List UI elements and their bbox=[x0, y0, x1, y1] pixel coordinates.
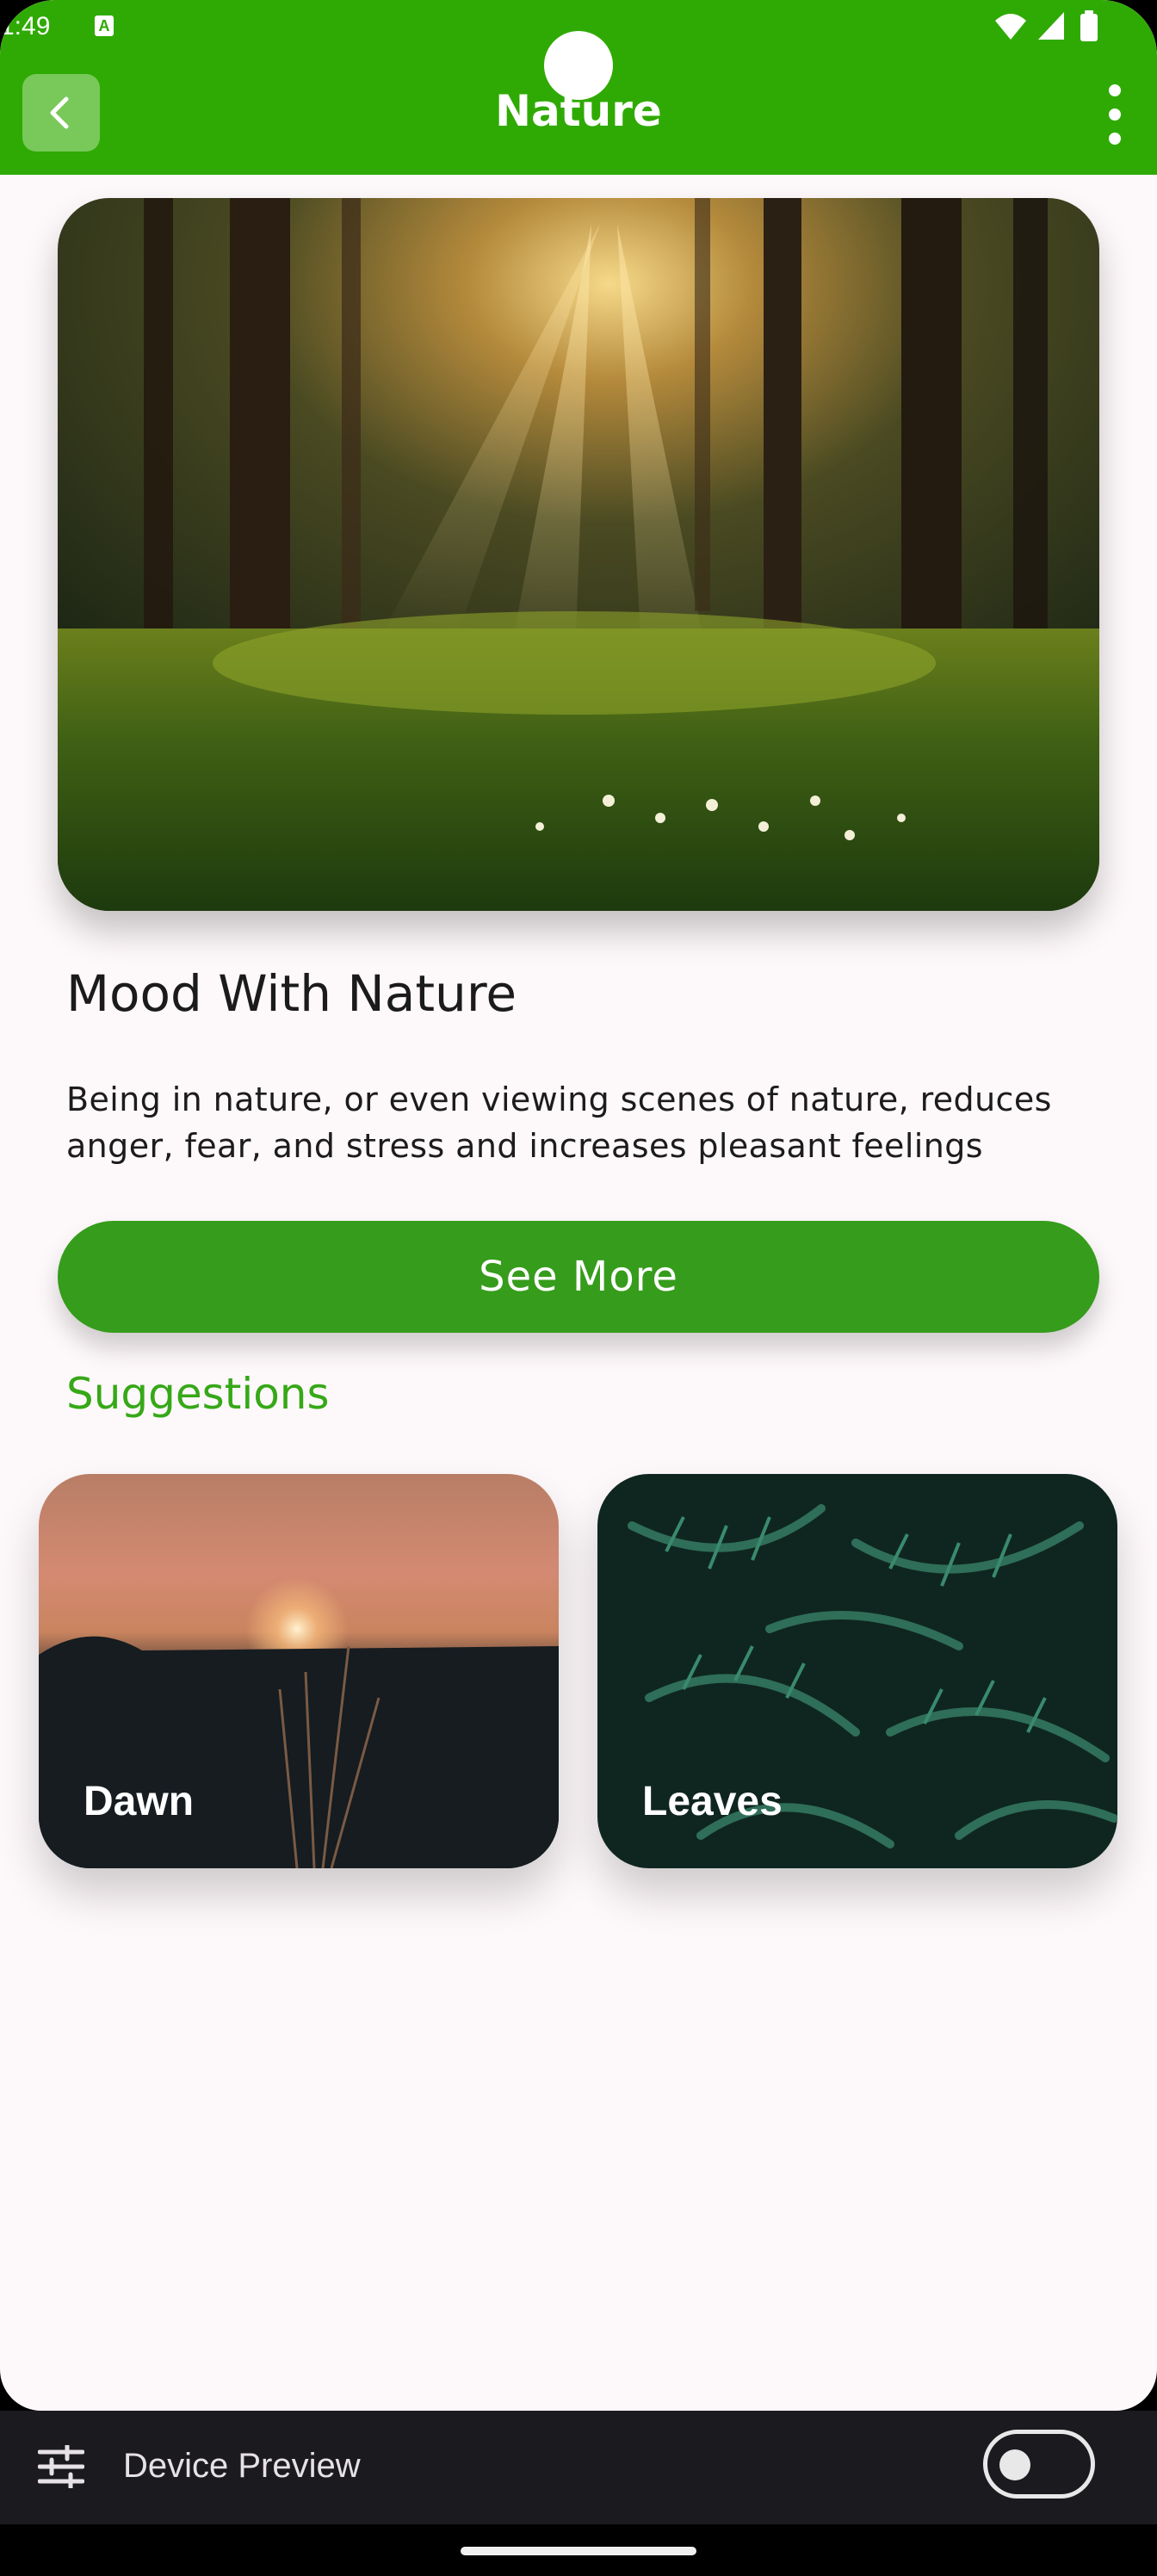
wifi-icon bbox=[995, 14, 1026, 40]
device-preview-toggle[interactable] bbox=[983, 2430, 1095, 2499]
status-icons bbox=[993, 10, 1105, 41]
battery-icon bbox=[1080, 10, 1098, 41]
toggle-knob bbox=[999, 2449, 1030, 2480]
device-preview-label: Device Preview bbox=[123, 2447, 361, 2485]
article-description: Being in nature, or even viewing scenes … bbox=[66, 1081, 1052, 1165]
tune-icon[interactable] bbox=[38, 2445, 84, 2488]
suggestion-card-leaves[interactable]: Leaves bbox=[597, 1474, 1117, 1868]
status-time: 1:49 bbox=[0, 12, 51, 40]
more-options-button[interactable] bbox=[1095, 84, 1135, 145]
app-bar: 1:49 A Nature bbox=[0, 0, 1157, 175]
suggestion-label: Leaves bbox=[642, 1779, 783, 1824]
app-screen: 1:49 A Nature Mood With Nature Being in … bbox=[0, 0, 1157, 2411]
page-title: Nature bbox=[495, 86, 662, 136]
forest-sunbeams-image bbox=[58, 198, 1099, 911]
article-headline: Mood With Nature bbox=[66, 964, 517, 1023]
suggestion-label: Dawn bbox=[84, 1779, 195, 1824]
more-vert-icon bbox=[1109, 84, 1121, 96]
notification-icon: A bbox=[95, 15, 114, 36]
hero-image bbox=[58, 198, 1099, 911]
see-more-button[interactable]: See More bbox=[58, 1221, 1099, 1333]
device-preview-bar: Device Preview bbox=[0, 2411, 1157, 2524]
home-indicator[interactable] bbox=[461, 2547, 696, 2555]
suggestion-card-dawn[interactable]: Dawn bbox=[39, 1474, 559, 1868]
device-frame: 1:49 A Nature Mood With Nature Being in … bbox=[0, 0, 1157, 2576]
signal-icon bbox=[1038, 12, 1064, 40]
suggestions-title: Suggestions bbox=[66, 1369, 330, 1419]
